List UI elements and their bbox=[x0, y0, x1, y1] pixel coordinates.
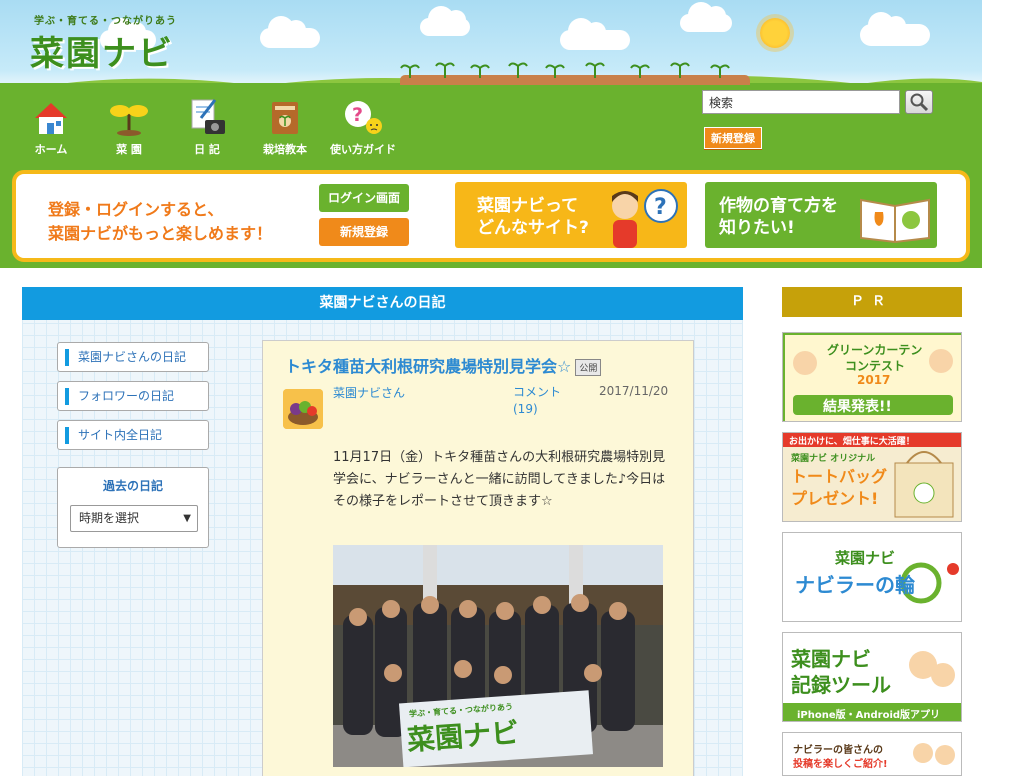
pr-tote-bag-ad[interactable]: お出かけに、畑仕事に大活躍！ 菜園ナビ オリジナル トートバッグ プレゼント! bbox=[782, 432, 962, 522]
pr-ad-text: ナビラーの輪 bbox=[795, 573, 915, 597]
pr-green-curtain-ad[interactable]: グリーンカーテン コンテスト 2017 結果発表!! bbox=[782, 332, 962, 422]
nav-diary-label: 日 記 bbox=[194, 143, 220, 156]
post-date: 2017/11/20 bbox=[599, 384, 669, 398]
pr-ad-text: トートバッグ bbox=[791, 467, 888, 486]
how-to-grow-text: 作物の育て方を 知りたい! bbox=[719, 195, 838, 239]
group-photo[interactable]: 学ぶ・育てる・つながりあう 菜園ナビ bbox=[333, 545, 663, 767]
banner-line1: 登録・ログインすると、 bbox=[48, 200, 224, 219]
comment-count: (19) bbox=[513, 402, 538, 416]
dropdown-arrow-icon: ▼ bbox=[183, 513, 191, 524]
pr-ad-text: コンテスト bbox=[845, 359, 906, 373]
page-title: 菜園ナビさんの日記 bbox=[22, 287, 743, 320]
period-select[interactable]: 時期を選択 ▼ bbox=[70, 505, 198, 532]
site-header: 学ぶ・育てる・つながりあう 菜園ナビ ホーム 菜 園 日 記 栽培教本 ? 使い… bbox=[0, 0, 982, 268]
past-diary-title: 過去の日記 bbox=[102, 479, 163, 493]
pr-ad-text: iPhone版・Android版アプリ bbox=[797, 710, 941, 721]
pr-heading: ＰＲ bbox=[782, 287, 962, 317]
post-title[interactable]: トキタ種苗大利根研究農場特別見学会☆ bbox=[285, 357, 571, 376]
author-name: 菜園ナビ bbox=[333, 386, 382, 400]
nav-guide[interactable]: ? 使い方ガイド bbox=[326, 98, 400, 157]
diary-camera-icon bbox=[191, 99, 225, 134]
sidebar-item-label: フォロワーの日記 bbox=[78, 389, 175, 403]
site-logo[interactable]: 菜園ナビ bbox=[30, 26, 174, 75]
pr-ad-text: 記録ツール bbox=[791, 673, 891, 697]
textbook-icon bbox=[272, 102, 298, 134]
grow-line1: 作物の育て方を bbox=[719, 196, 838, 216]
vegetable-basket-icon bbox=[283, 389, 323, 429]
cloud-decoration bbox=[420, 6, 470, 36]
nav-textbook-label: 栽培教本 bbox=[263, 143, 307, 156]
author-suffix: さん bbox=[381, 386, 406, 400]
post-author[interactable]: 菜園ナビさん bbox=[333, 384, 405, 401]
pr-ad-text: 結果発表!! bbox=[823, 399, 892, 415]
svg-text:?: ? bbox=[352, 104, 363, 126]
sidebar-item-label: 菜園ナビさんの日記 bbox=[78, 350, 187, 364]
about-site-text: 菜園ナビって どんなサイト? bbox=[477, 195, 589, 239]
nav-home[interactable]: ホーム bbox=[14, 98, 88, 157]
diary-post: トキタ種苗大利根研究農場特別見学会☆ 公開 菜園ナビさん コメント (19) 20… bbox=[262, 340, 694, 776]
avatar[interactable] bbox=[283, 389, 323, 429]
nav-garden-label: 菜 園 bbox=[116, 143, 142, 156]
sidebar-item-follower-diary[interactable]: フォロワーの日記 bbox=[57, 381, 209, 411]
comment-label: コメント bbox=[513, 385, 562, 399]
pr-ad-text: プレゼント! bbox=[791, 489, 879, 508]
nav-diary[interactable]: 日 記 bbox=[170, 98, 244, 157]
nav-garden[interactable]: 菜 園 bbox=[92, 98, 166, 157]
sun-icon bbox=[760, 18, 790, 48]
grow-line2: 知りたい! bbox=[719, 218, 795, 238]
pr-record-tool-ad[interactable]: 菜園ナビ 記録ツール iPhone版・Android版アプリ bbox=[782, 632, 962, 722]
question-icon: ? bbox=[345, 101, 382, 134]
login-button[interactable]: ログイン画面 bbox=[319, 184, 409, 212]
nav-textbook[interactable]: 栽培教本 bbox=[248, 98, 322, 157]
cloud-decoration bbox=[560, 18, 630, 50]
sprout-icon bbox=[110, 105, 148, 136]
pr-navilar-ring-ad[interactable]: 菜園ナビ ナビラーの輪 bbox=[782, 532, 962, 622]
pr-ad-text: 菜園ナビ bbox=[835, 549, 896, 567]
post-body: 11月17日（金）トキタ種苗さんの大利根研究農場特別見学会に、ナビラーさんと一緒… bbox=[333, 450, 666, 509]
open-book-icon bbox=[860, 198, 930, 244]
how-to-grow-card[interactable]: 作物の育て方を 知りたい! bbox=[705, 182, 937, 248]
nav-guide-label: 使い方ガイド bbox=[330, 143, 396, 156]
sidebar-item-my-diary[interactable]: 菜園ナビさんの日記 bbox=[57, 342, 209, 372]
site-tagline: 学ぶ・育てる・つながりあう bbox=[34, 16, 177, 27]
cloud-decoration bbox=[260, 16, 320, 48]
pr-ad-text: 菜園ナビ bbox=[791, 647, 871, 671]
sprouts-decoration bbox=[400, 62, 730, 78]
comment-link[interactable]: コメント (19) bbox=[513, 384, 561, 418]
search-button[interactable] bbox=[905, 90, 933, 114]
banner-message: 登録・ログインすると、 菜園ナビがもっと楽しめます！ bbox=[48, 198, 272, 246]
pr-ad-text: ナビラーの皆さんの bbox=[793, 745, 883, 756]
login-banner: 登録・ログインすると、 菜園ナビがもっと楽しめます！ ログイン画面 新規登録 菜… bbox=[12, 170, 970, 262]
magnifier-icon bbox=[910, 93, 929, 112]
sidebar-item-label: サイト内全日記 bbox=[78, 428, 163, 442]
pr-ad-text: お出かけに、畑仕事に大活躍！ bbox=[789, 437, 915, 447]
nav-home-label: ホーム bbox=[34, 143, 68, 156]
thinking-boy-icon: ? bbox=[612, 189, 678, 248]
search-input[interactable] bbox=[702, 90, 900, 114]
past-diary-box: 過去の日記 時期を選択 ▼ bbox=[57, 467, 209, 548]
about-line1: 菜園ナビって bbox=[477, 196, 579, 216]
period-select-value: 時期を選択 bbox=[79, 511, 140, 525]
pr-ad-text: グリーンカーテン bbox=[827, 343, 923, 357]
banner-line2: 菜園ナビがもっと楽しめます！ bbox=[48, 224, 273, 243]
pr-posts-ad[interactable]: ナビラーの皆さんの 投稿を楽しくご紹介! bbox=[782, 732, 962, 776]
house-icon bbox=[35, 103, 67, 134]
photo-banner-logo: 菜園ナビ bbox=[406, 716, 521, 757]
register-button[interactable]: 新規登録 bbox=[319, 218, 409, 246]
post-title-row: トキタ種苗大利根研究農場特別見学会☆ 公開 bbox=[285, 353, 602, 377]
pr-ad-text: 2017 bbox=[857, 373, 891, 387]
sidebar-item-all-diary[interactable]: サイト内全日記 bbox=[57, 420, 209, 450]
about-site-card[interactable]: 菜園ナビって どんなサイト? ? bbox=[455, 182, 687, 248]
svg-text:?: ? bbox=[654, 195, 667, 220]
public-badge: 公開 bbox=[575, 359, 602, 376]
main-nav: ホーム 菜 園 日 記 栽培教本 ? 使い方ガイド bbox=[14, 98, 404, 157]
cloud-decoration bbox=[860, 12, 930, 46]
diary-main: 菜園ナビさんの日記 菜園ナビさんの日記 フォロワーの日記 サイト内全日記 過去の… bbox=[22, 287, 743, 776]
pr-ad-text: 投稿を楽しくご紹介! bbox=[793, 759, 888, 770]
about-line2: どんなサイト? bbox=[477, 218, 589, 238]
cloud-decoration bbox=[680, 2, 732, 32]
header-register-button[interactable]: 新規登録 bbox=[704, 127, 762, 149]
